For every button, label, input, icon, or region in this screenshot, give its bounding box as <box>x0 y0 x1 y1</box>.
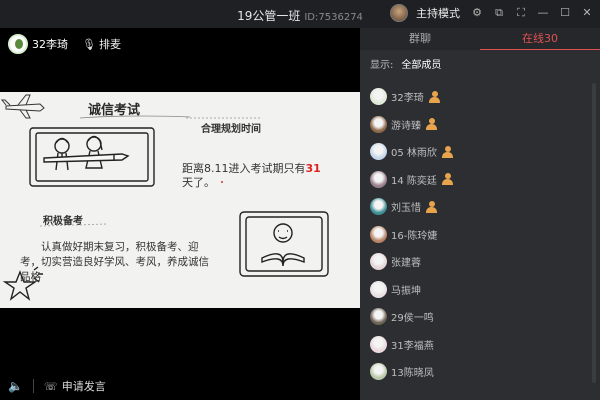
member-name: 14 陈奕廷 <box>391 175 437 187</box>
member-name: 16-陈玲婕 <box>391 230 438 242</box>
member-avatar <box>370 308 387 326</box>
tab-online[interactable]: 在线30 <box>480 28 600 50</box>
host-name: 32李琦 <box>32 38 68 51</box>
tab-group-chat[interactable]: 群聊 <box>360 28 480 50</box>
speaker-icon[interactable]: 🔈 <box>8 379 23 393</box>
member-list-scrollbar[interactable] <box>592 83 596 383</box>
member-avatar <box>370 280 387 298</box>
countdown-suffix: 天了。 <box>182 176 215 189</box>
countdown-days: 31 <box>305 162 321 175</box>
fullscreen-icon[interactable]: ⛶ <box>514 6 528 20</box>
user-avatar[interactable] <box>390 4 408 22</box>
slide-title: 诚信考试 <box>88 103 141 118</box>
member-list: 32李琦游诗臻 05 林雨欣 14 陈奕廷 刘玉惜 16-陈玲婕 张建蓉马振坤 29侯一鸣 3… <box>360 83 592 386</box>
member-name: 05 林雨欣 <box>391 148 437 160</box>
mic-queue-button[interactable]: 排麦 <box>99 36 121 52</box>
member-row[interactable]: 29侯一鸣 <box>360 303 592 331</box>
member-avatar <box>370 363 387 381</box>
member-avatar <box>370 253 387 271</box>
countdown-prefix: 距离8.11进入考试期只有 <box>182 162 306 175</box>
presentation-slide: 诚信考试 合理规划时间 距离8.11进入考试期只有31 天了。 积极备考 认真做… <box>0 92 360 308</box>
speaker-badge-icon <box>441 173 453 186</box>
filter-label: 显示: <box>370 59 394 71</box>
member-name: 游诗臻 <box>391 120 421 132</box>
member-avatar <box>370 225 387 243</box>
member-row[interactable]: 31李福燕 <box>360 331 592 359</box>
maximize-icon[interactable]: ☐ <box>558 6 572 20</box>
member-name: 马振坤 <box>391 285 421 297</box>
member-row[interactable]: 16-陈玲婕 <box>360 221 592 249</box>
close-icon[interactable]: ✕ <box>580 6 594 20</box>
member-avatar <box>370 88 387 106</box>
speaker-badge-icon <box>428 90 440 103</box>
member-filter[interactable]: 显示: 全部成员 <box>360 50 600 76</box>
speaker-badge-icon <box>441 145 453 158</box>
member-avatar <box>370 170 387 188</box>
member-row[interactable]: 张建蓉 <box>360 248 592 276</box>
slide-subtitle-prepare: 积极备考 <box>43 216 83 227</box>
member-avatar <box>370 115 387 133</box>
member-row[interactable]: 马振坤 <box>360 276 592 304</box>
host-avatar <box>8 34 28 54</box>
filter-value[interactable]: 全部成员 <box>401 56 441 71</box>
stage-header: 32李琦 🎙 排麦 <box>0 28 360 60</box>
member-name: 31李福燕 <box>391 340 434 352</box>
slide-body-text: 认真做好期末复习，积极备考、迎考，切实营造良好学风、考风，养成诚信品格 <box>20 241 209 283</box>
microphone-icon[interactable]: 🎙 <box>82 38 96 51</box>
slide-subtitle-plan: 合理规划时间 <box>201 124 261 135</box>
title-bar: 19公管一班 ID:7536274 主持模式 ⚙ ⧉ ⛶ — ☐ ✕ <box>0 0 600 28</box>
host-mode-label[interactable]: 主持模式 <box>416 5 460 21</box>
member-row[interactable]: 13陈晓凤 <box>360 358 592 386</box>
room-id: ID:7536274 <box>304 12 363 23</box>
kids-pencil-doodle <box>29 127 155 187</box>
settings-icon[interactable]: ⚙ <box>470 6 484 20</box>
member-avatar <box>370 143 387 161</box>
member-avatar <box>370 335 387 353</box>
member-row[interactable]: 32李琦 <box>360 83 592 111</box>
member-name: 32李琦 <box>391 93 424 105</box>
speaker-badge-icon <box>426 118 437 131</box>
member-name: 张建蓉 <box>391 258 421 270</box>
speaker-badge-icon <box>426 200 437 213</box>
stage-footer: 🔈 ☏ 申请发言 <box>0 372 360 400</box>
member-row[interactable]: 游诗臻 <box>360 111 592 139</box>
divider <box>32 379 34 393</box>
minimize-icon[interactable]: — <box>536 6 550 20</box>
member-avatar <box>370 198 387 216</box>
popout-icon[interactable]: ⧉ <box>492 6 506 20</box>
airplane-doodle <box>0 94 45 119</box>
panel-tabs: 群聊 在线30 <box>360 28 600 50</box>
side-panel: 群聊 在线30 显示: 全部成员 32李琦游诗臻 05 林雨欣 14 陈奕廷 刘玉惜 1… <box>360 28 600 400</box>
member-name: 29侯一鸣 <box>391 313 434 325</box>
apply-speak-button[interactable]: 申请发言 <box>62 378 106 394</box>
member-name: 刘玉惜 <box>391 203 421 215</box>
reading-kid-doodle <box>239 211 329 277</box>
member-row[interactable]: 刘玉惜 <box>360 193 592 221</box>
member-row[interactable]: 05 林雨欣 <box>360 138 592 166</box>
phone-icon[interactable]: ☏ <box>44 380 58 393</box>
member-row[interactable]: 14 陈奕廷 <box>360 166 592 194</box>
class-name: 19公管一班 <box>237 9 301 23</box>
slide-countdown: 距离8.11进入考试期只有31 天了。 <box>182 162 342 190</box>
title-bar-controls: 主持模式 ⚙ ⧉ ⛶ — ☐ ✕ <box>390 4 594 22</box>
member-name: 13陈晓凤 <box>391 368 434 380</box>
